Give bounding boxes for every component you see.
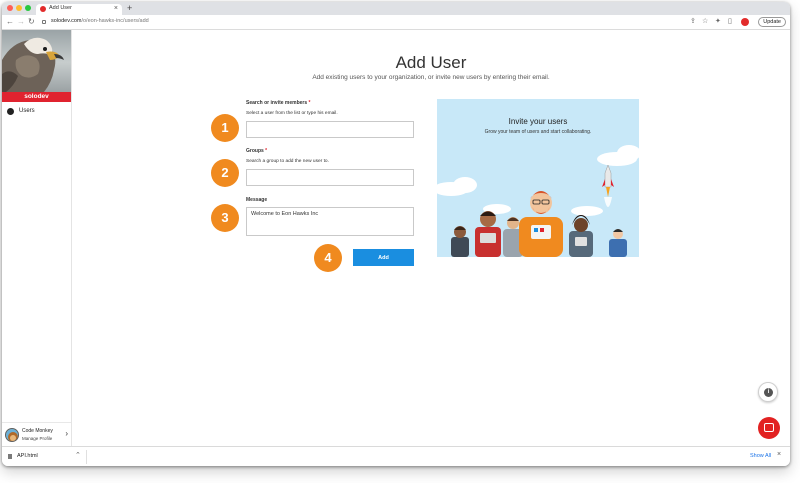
forward-icon[interactable]: →: [17, 16, 25, 28]
file-icon: [8, 454, 12, 459]
user-name: Code Monkey: [22, 428, 53, 434]
info-button[interactable]: i: [758, 382, 778, 402]
search-members-input[interactable]: [246, 121, 414, 138]
reload-icon[interactable]: ↻: [28, 16, 35, 28]
minimize-window-button[interactable]: [16, 5, 22, 11]
browser-toolbar: ← → ↻ solodev.com/o/eon-hawks-inc/users/…: [2, 15, 790, 30]
page-subtitle: Add existing users to your organization,…: [312, 74, 550, 81]
new-tab-button[interactable]: +: [127, 3, 132, 13]
add-button[interactable]: Add: [353, 249, 414, 266]
step-marker-2: 2: [211, 159, 239, 187]
search-members-label-text: Search or invite members: [246, 100, 308, 106]
monkey-avatar-icon: [6, 429, 18, 441]
extensions-icon[interactable]: ✦: [715, 17, 721, 27]
chevron-right-icon: ›: [65, 429, 68, 438]
maximize-window-button[interactable]: [25, 5, 31, 11]
message-textarea[interactable]: Welcome to Eon Hawks Inc: [246, 207, 414, 236]
brand-wordmark: solodev: [2, 92, 71, 102]
hawk-image: [2, 37, 64, 92]
download-divider: [86, 450, 87, 464]
manage-profile-link[interactable]: Manage Profile: [22, 436, 52, 441]
tab-close-icon[interactable]: ×: [114, 4, 118, 14]
required-marker: *: [308, 100, 311, 106]
groups-label: Groups *: [246, 148, 267, 154]
url-path: /o/eon-hawks-inc/users/add: [81, 18, 149, 24]
search-members-help: Select a user from the list or type his …: [246, 111, 338, 116]
main-content: Add User Add existing users to your orga…: [72, 30, 790, 446]
show-all-link[interactable]: Show All: [750, 453, 771, 459]
profile-icon[interactable]: [741, 18, 749, 26]
sidebar-icon[interactable]: ▯: [728, 17, 732, 27]
promo-title: Invite your users: [508, 117, 568, 126]
chevron-up-icon[interactable]: ⌃: [75, 451, 81, 459]
avatar: [5, 428, 19, 442]
step-marker-4: 4: [314, 244, 342, 272]
star-icon[interactable]: ☆: [702, 17, 708, 27]
groups-label-text: Groups: [246, 148, 264, 154]
tab-title: Add User: [49, 5, 72, 11]
groups-input[interactable]: [246, 169, 414, 186]
invite-illustration-panel: Invite your users Grow your team of user…: [437, 99, 639, 257]
required-marker: *: [265, 148, 268, 154]
address-bar[interactable]: solodev.com/o/eon-hawks-inc/users/add: [51, 18, 149, 24]
download-file-name[interactable]: API.html: [17, 453, 38, 459]
tab-strip: Add User × +: [2, 2, 790, 15]
solodev-favicon-icon: [40, 6, 46, 12]
users-icon: [7, 108, 14, 115]
url-host: solodev.com: [51, 18, 82, 24]
browser-window: Add User × + ← → ↻ solodev.com/o/eon-haw…: [2, 2, 790, 466]
info-icon: i: [764, 388, 773, 397]
search-members-label: Search or invite members *: [246, 100, 310, 106]
chat-button[interactable]: [758, 417, 780, 439]
lock-icon[interactable]: [42, 20, 46, 24]
close-icon[interactable]: ×: [777, 451, 781, 458]
update-button[interactable]: Update: [758, 17, 786, 27]
sidebar-item-users[interactable]: Users: [2, 106, 71, 118]
sidebar: solodev Users Code Monkey Manage Profile…: [2, 30, 72, 446]
user-profile-menu[interactable]: Code Monkey Manage Profile ›: [2, 422, 71, 446]
share-icon[interactable]: ⇪: [690, 17, 696, 27]
back-icon[interactable]: ←: [6, 16, 14, 28]
brand-logo[interactable]: solodev: [2, 30, 71, 102]
step-marker-1: 1: [211, 114, 239, 142]
page-title: Add User: [395, 53, 467, 72]
chat-icon: [764, 423, 774, 432]
groups-help: Search a group to add the new user to.: [246, 159, 329, 164]
tab-add-user[interactable]: Add User ×: [36, 4, 122, 15]
close-window-button[interactable]: [7, 5, 13, 11]
message-label: Message: [246, 197, 268, 203]
sidebar-item-label: Users: [19, 108, 35, 114]
rocket-icon: [602, 164, 614, 207]
download-bar: API.html ⌃ Show All ×: [2, 446, 790, 466]
step-marker-3: 3: [211, 204, 239, 232]
promo-subtitle: Grow your team of users and start collab…: [484, 129, 592, 135]
